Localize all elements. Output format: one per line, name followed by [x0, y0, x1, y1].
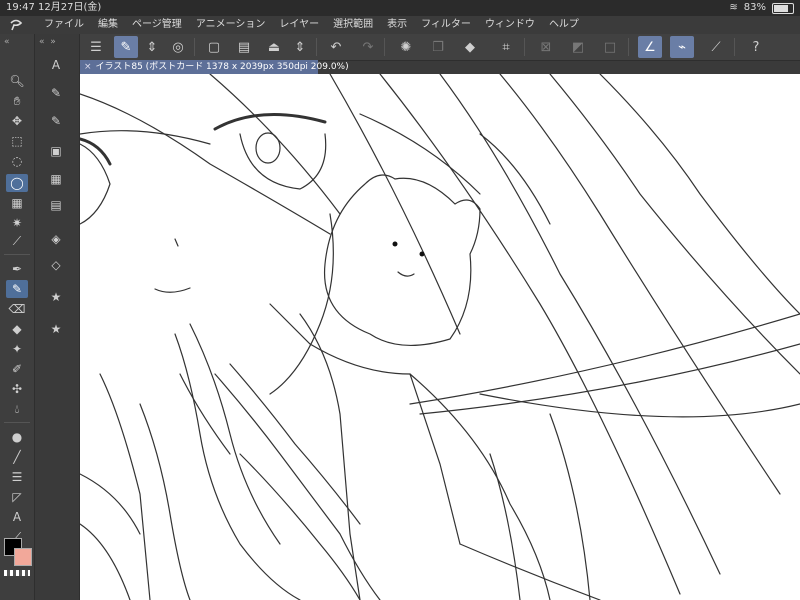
gradient-icon[interactable]: ✣ — [6, 380, 28, 398]
subtool-layer-icon[interactable]: ▣ — [45, 142, 67, 160]
toolbar-separator — [734, 38, 735, 56]
stabilize-icon[interactable]: ⌁ — [670, 36, 694, 58]
blend-icon[interactable]: 💧︎ — [6, 400, 28, 418]
chevron-updown-icon-2[interactable]: ⇕ — [288, 36, 312, 58]
tool-divider — [4, 254, 30, 255]
move-icon[interactable]: ✥ — [6, 112, 28, 130]
frame-border-icon[interactable]: ◸ — [6, 488, 28, 506]
eraser-icon[interactable]: ⌫ — [6, 300, 28, 318]
help-icon[interactable]: ? — [744, 36, 768, 58]
invert-icon[interactable]: ◩ — [566, 36, 590, 58]
clear-icon[interactable]: ⊠ — [534, 36, 558, 58]
battery-percent: 83% — [743, 2, 766, 13]
ruler-icon[interactable]: ☰ — [6, 468, 28, 486]
close-icon[interactable]: × — [84, 62, 92, 72]
transform-icon[interactable]: ⬚ — [6, 132, 28, 150]
menu-page[interactable]: ページ管理 — [132, 16, 182, 34]
edit-mode-icon[interactable]: ✎ — [114, 36, 138, 58]
menu-file[interactable]: ファイル — [44, 16, 84, 34]
loading-icon[interactable]: ✺ — [394, 36, 418, 58]
tool-panel: « 🔍︎ ✋︎ ✥ ⬚ ◌ ◯ ▦ ✷ ⟋ ✒ ✎ ⌫ ◆ ✦ ✐ ✣ 💧︎ ●… — [0, 34, 35, 600]
spiral-icon[interactable]: ◎ — [166, 36, 190, 58]
command-bar: ☰ ✎ ⇕ ◎ ▢ ▤ ⏏ ⇕ ↶ ↷ ✺ ❐ ◆ ⌗ ⊠ ◩ □ ∠ ⌁ ⟋ … — [80, 34, 800, 61]
fill-bucket-icon[interactable]: ◆ — [458, 36, 482, 58]
toolbar-separator — [384, 38, 385, 56]
open-folder-icon[interactable]: ▤ — [232, 36, 256, 58]
toolbar-separator — [524, 38, 525, 56]
toolbar-separator — [194, 38, 195, 56]
fill-icon[interactable]: ◆ — [6, 320, 28, 338]
selection-icon[interactable]: ▦ — [6, 194, 28, 212]
subtool-pen-a-icon[interactable]: A — [45, 56, 67, 74]
menu-edit[interactable]: 編集 — [98, 16, 118, 34]
status-date: 12月27日(金) — [38, 2, 102, 13]
subtool-star-folder-icon[interactable]: ★ — [45, 288, 67, 306]
text-icon[interactable]: A — [6, 508, 28, 526]
menu-window[interactable]: ウィンドウ — [485, 16, 535, 34]
pen-icon[interactable]: ✒ — [6, 260, 28, 278]
subtool-pen-circle-icon[interactable]: ✎ — [45, 112, 67, 130]
pencil-icon[interactable]: ✎ — [6, 280, 28, 298]
lasso-icon[interactable]: ◌ — [6, 152, 28, 170]
line-icon[interactable]: ╱ — [6, 448, 28, 466]
subtool-film-icon[interactable]: ▤ — [45, 196, 67, 214]
brush-icon[interactable]: ✐ — [6, 360, 28, 378]
status-time: 19:47 — [6, 2, 35, 13]
menu-selection[interactable]: 選択範囲 — [333, 16, 373, 34]
balloon-icon[interactable]: ◯ — [6, 174, 28, 192]
subtool-pen-settings-icon[interactable]: ✎ — [45, 84, 67, 102]
subtool-grid-icon[interactable]: ▦ — [45, 170, 67, 188]
pen-pressure-icon[interactable]: ⟋ — [704, 36, 728, 58]
hamburger-menu-icon[interactable]: ☰ — [84, 36, 108, 58]
ruler-snap-icon[interactable]: ∠ — [638, 36, 662, 58]
tool-panel-header: « — [4, 37, 10, 47]
menu-bar: ファイル 編集 ページ管理 アニメーション レイヤー 選択範囲 表示 フィルター… — [0, 16, 800, 34]
document-title: イラスト85 (ポストカード 1378 x 2039px 350dpi 209.… — [95, 62, 349, 72]
chevron-updown-icon[interactable]: ⇕ — [140, 36, 164, 58]
wifi-icon: ≋ — [729, 2, 738, 13]
zoom-icon[interactable]: 🔍︎ — [6, 72, 28, 90]
subtool-star-box-icon[interactable]: ★ — [45, 320, 67, 338]
document-tab[interactable]: × イラスト85 (ポストカード 1378 x 2039px 350dpi 209… — [80, 60, 349, 74]
frame-icon[interactable]: □ — [598, 36, 622, 58]
eyedropper-icon[interactable]: ⟋ — [6, 232, 28, 250]
menu-help[interactable]: ヘルプ — [549, 16, 579, 34]
subtool-layers-icon[interactable]: ◈ — [45, 230, 67, 248]
lineart-illustration — [80, 74, 800, 600]
menu-items: ファイル 編集 ページ管理 アニメーション レイヤー 選択範囲 表示 フィルター… — [44, 16, 579, 34]
crop-icon[interactable]: ⌗ — [494, 36, 518, 58]
menu-animation[interactable]: アニメーション — [196, 16, 266, 34]
toolbar-separator — [628, 38, 629, 56]
menu-view[interactable]: 表示 — [387, 16, 407, 34]
sparkle-icon[interactable]: ✦ — [6, 340, 28, 358]
shape-icon[interactable]: ● — [6, 428, 28, 446]
undo-icon[interactable]: ↶ — [324, 36, 348, 58]
menu-layer[interactable]: レイヤー — [279, 16, 319, 34]
menu-filter[interactable]: フィルター — [421, 16, 471, 34]
app-logo-icon[interactable] — [8, 17, 24, 33]
status-right: ≋ 83% — [729, 0, 794, 16]
new-file-icon[interactable]: ▢ — [202, 36, 226, 58]
save-icon[interactable]: ⏏ — [262, 36, 286, 58]
copy-layer-icon[interactable]: ❐ — [426, 36, 450, 58]
hand-icon[interactable]: ✋︎ — [6, 92, 28, 110]
subtool-panel-header: « » — [39, 37, 56, 47]
transparent-color[interactable] — [4, 570, 30, 576]
tool-divider — [4, 422, 30, 423]
color-swatches[interactable] — [2, 538, 34, 568]
drawing-canvas[interactable] — [80, 74, 800, 600]
battery-icon — [772, 2, 794, 14]
redo-icon[interactable]: ↷ — [356, 36, 380, 58]
subtool-panel: « » A ✎ ✎ ▣ ▦ ▤ ◈ ◇ ★ ★ — [35, 34, 80, 600]
status-bar: 19:47 12月27日(金) ≋ 83% — [0, 0, 800, 16]
toolbar-separator — [316, 38, 317, 56]
subtool-stack-icon[interactable]: ◇ — [45, 256, 67, 274]
magic-wand-icon[interactable]: ✷ — [6, 214, 28, 232]
background-color[interactable] — [14, 548, 32, 566]
